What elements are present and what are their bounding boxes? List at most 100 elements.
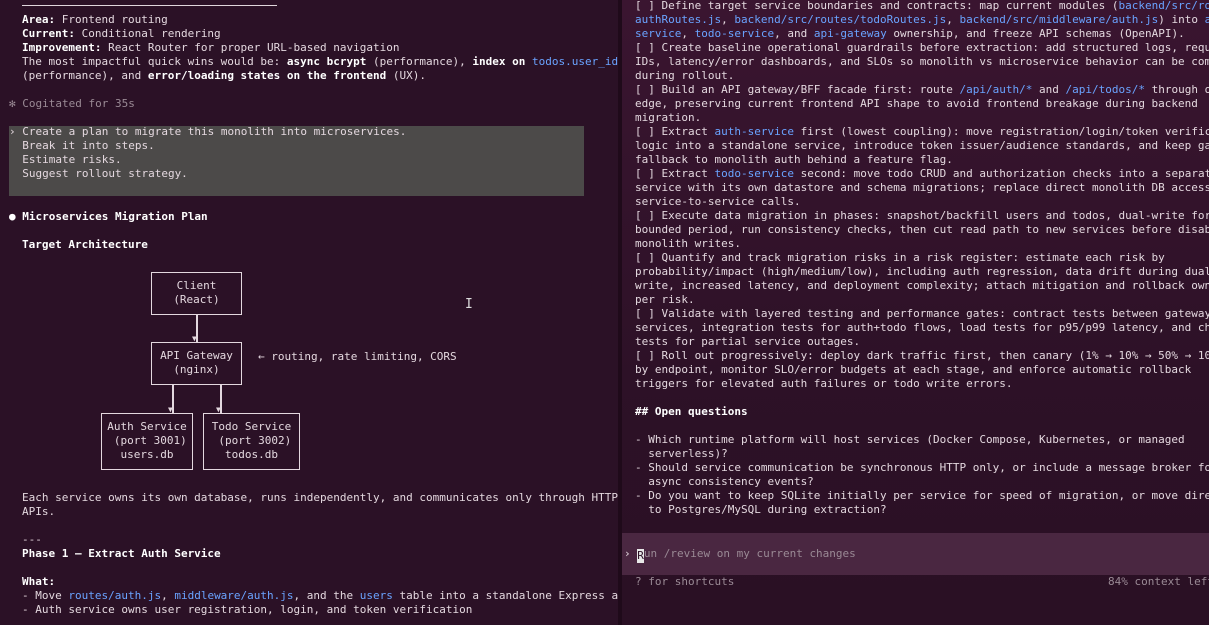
plan-line: - Do you want to keep SQLite initially p… [635, 489, 1209, 503]
left-terminal-pane[interactable]: Area: Frontend routing Current: Conditio… [0, 0, 618, 625]
text-segment: , and [774, 27, 814, 40]
text-segment: triggers for elevated auth failures or t… [635, 377, 1013, 390]
plan-line: [ ] Define target service boundaries and… [635, 0, 1209, 13]
text-segment: , [681, 27, 695, 40]
plan-line: [ ] Build an API gateway/BFF facade firs… [635, 83, 1209, 97]
plan-line: async consistency events? [635, 475, 814, 489]
plan-line: triggers for elevated auth failures or t… [635, 377, 1013, 391]
context-indicator: 84% context left [1108, 575, 1209, 588]
move-line: - Move routes/auth.js, middleware/auth.j… [22, 589, 618, 602]
text-segment: - Do you want to keep SQLite initially p… [635, 489, 1209, 502]
text-segment: tests for partial service outages. [635, 335, 861, 348]
plan-line: service, todo-service, and api-gateway o… [635, 27, 1185, 41]
text-segment: fallback to monolith auth behind a featu… [635, 153, 953, 166]
plan-line: - Should service communication be synchr… [635, 461, 1209, 475]
plan-line: [ ] Validate with layered testing and pe… [635, 307, 1209, 321]
text-segment: - Which runtime platform will host servi… [635, 433, 1185, 446]
text-segment: backend/src/route [1118, 0, 1209, 12]
client-box: Client (React) [151, 272, 242, 315]
text-segment: migration. [635, 111, 702, 124]
text-segment: [ ] Build an API gateway/BFF facade firs… [635, 83, 960, 96]
cogitated-status: ✻ Cogitated for 35s [9, 97, 135, 110]
plan-line: authRoutes.js, backend/src/routes/todoRo… [635, 13, 1209, 27]
api-gateway-box: API Gateway (nginx) [151, 342, 242, 385]
text-segment: services, integration tests for auth+tod… [635, 321, 1209, 334]
plan-line: [ ] Quantify and track migration risks i… [635, 251, 1165, 265]
text-segment: through one [1151, 83, 1209, 96]
plan-line: write, increased latency, and deployment… [635, 279, 1209, 293]
text-segment: [ ] Define target service boundaries and… [635, 0, 1119, 12]
text-segment: todo-service [714, 167, 794, 180]
gateway-note: ← routing, rate limiting, CORS [258, 350, 457, 363]
what-heading: What: [22, 575, 56, 588]
terminal-window: Area: Frontend routing Current: Conditio… [0, 0, 1209, 625]
text-segment: api-gateway [813, 27, 887, 40]
plan-line: per risk. [635, 293, 695, 307]
text-segment: during rollout. [635, 69, 735, 82]
plan-line: service-to-service calls. [635, 195, 801, 209]
text-segment: bounded period, run consistency checks, … [635, 223, 1209, 236]
plan-line: IDs, latency/error dashboards, and SLOs … [635, 55, 1209, 69]
todo-service-box: Todo Service (port 3002) todos.db [203, 413, 300, 470]
owns-auth-line: - Auth service owns user registration, l… [22, 603, 473, 616]
plan-line: ## Open questions [635, 405, 748, 419]
input-placeholder: un /review on my current changes [643, 547, 856, 560]
text-segment: and [1032, 83, 1066, 96]
right-terminal-pane[interactable]: [ ] Define target service boundaries and… [622, 0, 1209, 625]
text-segment: [ ] Create baseline operational guardrai… [635, 41, 1209, 54]
text-segment: [ ] Execute data migration in phases: sn… [635, 209, 1209, 222]
text-segment: edge, preserving current frontend API sh… [635, 97, 1198, 110]
prompt-chevron-icon: › [624, 547, 631, 560]
plan-line: serverless)? [635, 447, 728, 461]
text-segment: /api/auth/* [959, 83, 1033, 96]
text-segment: [ ] Validate with layered testing and pe… [635, 307, 1209, 320]
plan-line: [ ] Extract auth-service first (lowest c… [635, 125, 1209, 139]
plan-line: [ ] Execute data migration in phases: sn… [635, 209, 1209, 223]
plan-line: during rollout. [635, 69, 734, 83]
plan-line: [ ] Extract todo-service second: move to… [635, 167, 1209, 181]
text-segment: authRoutes.js [635, 13, 722, 26]
prompt-line-1: › Create a plan to migrate this monolith… [9, 125, 407, 138]
text-segment: , [946, 13, 960, 26]
text-segment: service with its own datastore and schem… [635, 181, 1209, 194]
text-segment: async consistency events? [635, 475, 814, 488]
text-cursor: R [637, 549, 644, 563]
plan-line: migration. [635, 111, 701, 125]
text-segment: per risk. [635, 293, 695, 306]
plan-line: monolith writes. [635, 237, 741, 251]
text-segment: [ ] Roll out progressively: deploy dark … [635, 349, 1209, 362]
text-segment: auth [1204, 13, 1209, 26]
plan-line: services, integration tests for auth+tod… [635, 321, 1209, 335]
text-segment: , [721, 13, 735, 26]
text-segment: write, increased latency, and deployment… [635, 279, 1209, 292]
text-segment: serverless)? [635, 447, 728, 460]
plan-line: fallback to monolith auth behind a featu… [635, 153, 953, 167]
plan-line: [ ] Create baseline operational guardrai… [635, 41, 1209, 55]
plan-line: - Which runtime platform will host servi… [635, 433, 1185, 447]
plan-line: probability/impact (high/medium/low), in… [635, 265, 1209, 279]
text-segment: /api/todos/* [1065, 83, 1145, 96]
text-segment: ) into [1158, 13, 1205, 26]
text-segment: first (lowest coupling): move registrati… [793, 125, 1209, 138]
prompt-line-2: Break it into steps. [9, 139, 155, 152]
text-segment: backend/src/middleware/auth.js [959, 13, 1159, 26]
phase1-heading: Phase 1 — Extract Auth Service [22, 547, 221, 560]
text-segment: by endpoint, monitor SLO/error budgets a… [635, 363, 1192, 376]
text-segment: IDs, latency/error dashboards, and SLOs … [635, 55, 1209, 68]
text-segment: to Postgres/MySQL during extraction? [635, 503, 887, 516]
plan-line: edge, preserving current frontend API sh… [635, 97, 1198, 111]
text-segment: service-to-service calls. [635, 195, 801, 208]
text-segment: monolith writes. [635, 237, 741, 250]
text-segment: [ ] Quantify and track migration risks i… [635, 251, 1165, 264]
separator-rule [22, 5, 277, 6]
text-segment: second: move todo CRUD and authorization… [793, 167, 1209, 180]
separator-dashes: --- [22, 533, 42, 546]
text-segment: todo-service [694, 27, 775, 40]
text-segment: [ ] Extract [635, 125, 715, 138]
impact-line-2: (performance), and error/loading states … [22, 69, 427, 82]
text-segment: backend/src/routes/todoRoutes.js [734, 13, 947, 26]
plan-title: ● Microservices Migration Plan [9, 210, 208, 223]
chat-input[interactable]: › Run /review on my current changes [624, 547, 856, 563]
plan-line: [ ] Roll out progressively: deploy dark … [635, 349, 1209, 363]
owns-line-2: APIs. [22, 505, 56, 518]
